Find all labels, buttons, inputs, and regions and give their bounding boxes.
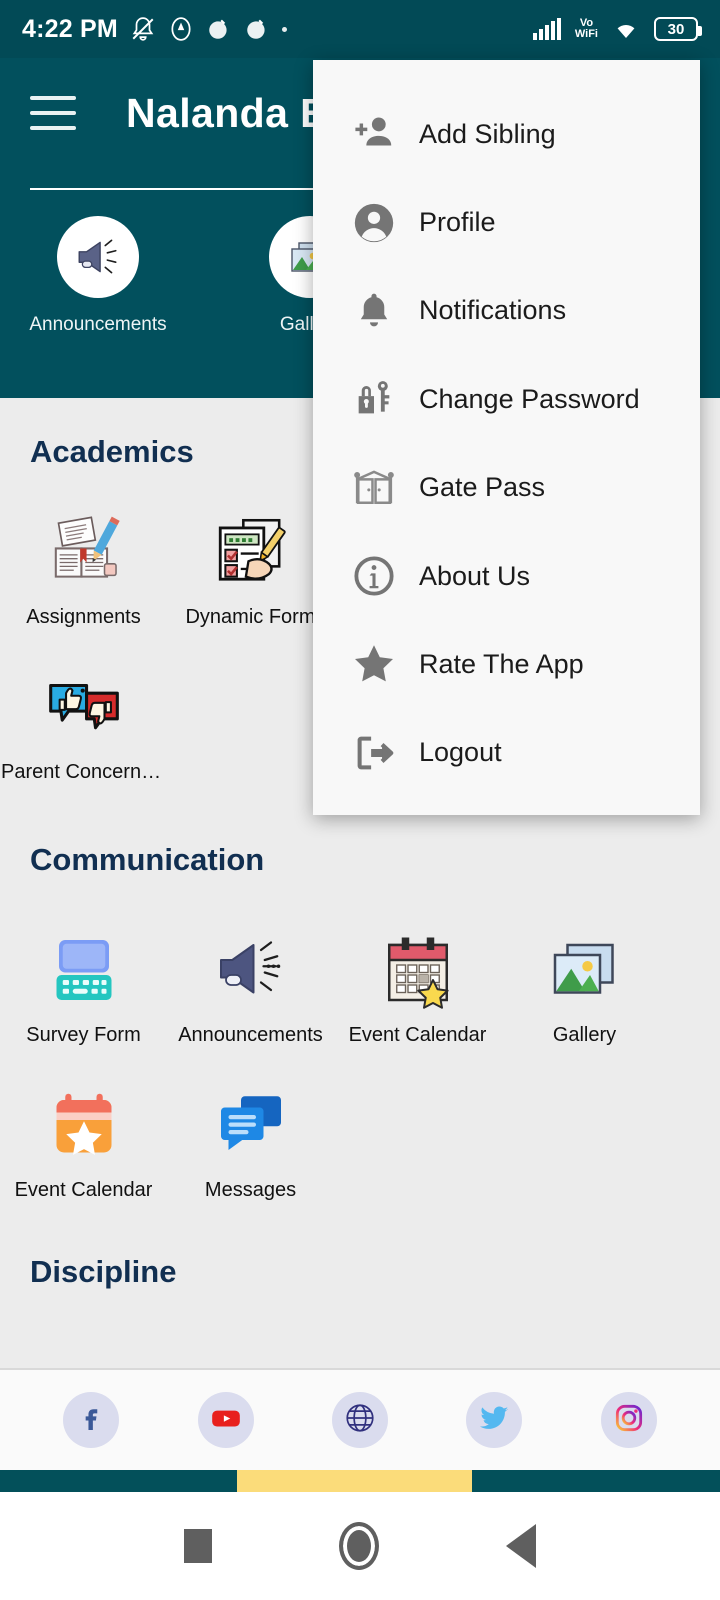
- menu-item-notifications[interactable]: Notifications: [313, 267, 700, 355]
- wifi-icon: [611, 17, 641, 41]
- app-root: 4:22 PM Vo WiFi 30 Nalanda E Announcemen…: [0, 0, 720, 1600]
- bell-icon: [337, 289, 411, 333]
- accent-bar-left: [0, 1470, 237, 1492]
- vowifi-icon: Vo WiFi: [574, 17, 598, 40]
- menu-item-label: Rate The App: [419, 648, 584, 679]
- shortcut-label: Announcements: [29, 314, 167, 335]
- tile-parent-concern-form[interactable]: Parent Concern F...: [0, 639, 167, 794]
- status-bar-left: 4:22 PM: [22, 15, 287, 44]
- megaphone-icon: [211, 924, 291, 1010]
- menu-item-label: Change Password: [419, 383, 640, 414]
- tile-label: Assignments: [26, 606, 141, 628]
- twitter-icon: [477, 1401, 511, 1440]
- tile-assignments[interactable]: Assignments: [0, 484, 167, 639]
- tile-label: Gallery: [552, 1024, 617, 1046]
- tile-gallery[interactable]: Gallery: [501, 902, 668, 1057]
- accent-bar-right: [472, 1470, 720, 1492]
- tile-label: Event Calendar: [14, 1179, 153, 1201]
- app-notification-icon-3: [244, 16, 270, 42]
- social-bar: [0, 1368, 720, 1470]
- globe-icon: [343, 1401, 377, 1440]
- app-notification-icon-1: [168, 16, 194, 42]
- shortcut-announcements[interactable]: Announcements: [29, 216, 167, 336]
- recents-button[interactable]: [183, 1529, 212, 1563]
- info-circle-icon: [337, 553, 411, 599]
- menu-item-label: About Us: [419, 560, 531, 591]
- menu-item-add-sibling[interactable]: Add Sibling: [313, 90, 700, 178]
- section-title-discipline: Discipline: [30, 1254, 177, 1289]
- android-nav-bar: [0, 1492, 720, 1600]
- menu-item-label: Notifications: [419, 295, 567, 326]
- menu-item-about-us[interactable]: About Us: [313, 532, 700, 620]
- star-icon: [337, 640, 411, 688]
- add-person-icon: [337, 111, 411, 157]
- instagram-icon: [612, 1401, 646, 1440]
- more-dot-icon: [281, 26, 287, 32]
- battery-level: 30: [667, 20, 685, 38]
- social-twitter-button[interactable]: [466, 1392, 523, 1448]
- chat-bubbles-icon: [211, 1079, 291, 1165]
- signal-icon: [532, 17, 562, 41]
- tile-label: Survey Form: [26, 1024, 141, 1046]
- survey-laptop-icon: [44, 924, 124, 1010]
- gate-icon: [337, 465, 411, 511]
- menu-item-label: Gate Pass: [419, 472, 546, 503]
- menu-item-gate-pass[interactable]: Gate Pass: [313, 444, 700, 532]
- battery-icon: 30: [654, 17, 702, 41]
- page-title: Nalanda E: [126, 89, 328, 136]
- grid-communication: Survey Form Announcements Event Calendar…: [0, 878, 720, 1212]
- menu-item-rate-the-app[interactable]: Rate The App: [313, 620, 700, 708]
- tile-messages[interactable]: Messages: [167, 1057, 334, 1212]
- facebook-icon: [75, 1402, 107, 1439]
- tile-event-calendar-orange[interactable]: Event Calendar: [0, 1057, 167, 1212]
- menu-item-label: Profile: [419, 207, 496, 238]
- clipboard-hand-icon: [210, 506, 292, 592]
- tile-survey-form[interactable]: Survey Form: [0, 902, 167, 1057]
- accent-bar-highlight: [237, 1470, 472, 1492]
- account-circle-icon: [337, 200, 411, 246]
- bottom-accent-bar: [0, 1470, 720, 1492]
- photos-icon: [545, 924, 625, 1010]
- tile-label: Dynamic Form: [185, 606, 316, 628]
- menu-item-logout[interactable]: Logout: [313, 709, 700, 797]
- youtube-icon: [209, 1401, 243, 1440]
- tile-label: Messages: [204, 1179, 297, 1201]
- social-facebook-button[interactable]: [63, 1392, 120, 1448]
- app-notification-icon-2: [206, 16, 232, 42]
- tile-event-calendar-red[interactable]: Event Calendar: [334, 902, 501, 1057]
- social-website-button[interactable]: [331, 1392, 388, 1448]
- mute-bell-icon: [130, 16, 156, 42]
- megaphone-icon: [57, 216, 139, 298]
- menu-item-label: Logout: [419, 737, 502, 768]
- status-bar: 4:22 PM Vo WiFi 30: [0, 0, 720, 58]
- feedback-bubbles-icon: [43, 661, 125, 747]
- tile-label: Event Calendar: [348, 1024, 487, 1046]
- home-button[interactable]: [338, 1522, 379, 1570]
- calendar-orange-star-icon: [44, 1079, 124, 1165]
- tile-label: Parent Concern F...: [1, 761, 166, 783]
- tile-label: Announcements: [178, 1024, 323, 1046]
- status-bar-right: Vo WiFi 30: [532, 17, 702, 41]
- hamburger-menu-icon[interactable]: [30, 96, 76, 130]
- book-pencil-icon: [43, 506, 125, 592]
- overflow-menu[interactable]: Add Sibling Profile Notifications Change…: [313, 60, 700, 815]
- menu-item-profile[interactable]: Profile: [313, 178, 700, 266]
- back-button[interactable]: [506, 1524, 537, 1568]
- calendar-red-star-icon: [378, 924, 458, 1010]
- menu-item-label: Add Sibling: [419, 118, 556, 149]
- status-time: 4:22 PM: [22, 14, 118, 43]
- social-instagram-button[interactable]: [600, 1392, 657, 1448]
- menu-item-change-password[interactable]: Change Password: [313, 355, 700, 443]
- logout-arrow-icon: [337, 730, 411, 776]
- social-youtube-button[interactable]: [197, 1392, 254, 1448]
- tile-announcements[interactable]: Announcements: [167, 902, 334, 1057]
- tile-dynamic-form[interactable]: Dynamic Form: [167, 484, 334, 639]
- lock-key-icon: [337, 376, 411, 422]
